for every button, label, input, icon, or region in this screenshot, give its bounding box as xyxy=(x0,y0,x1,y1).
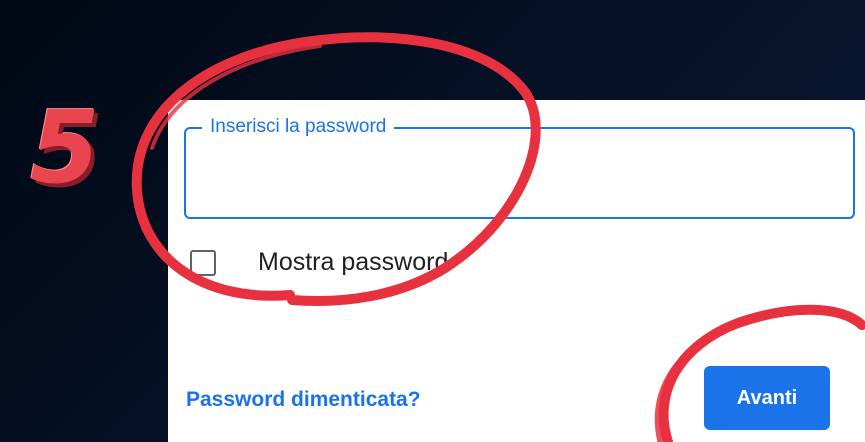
step-number: 5 xyxy=(30,89,100,206)
show-password-label: Mostra password xyxy=(258,248,449,276)
login-panel: Inserisci la password Mostra password Pa… xyxy=(168,100,865,442)
show-password-checkbox[interactable] xyxy=(190,250,216,276)
next-button[interactable]: Avanti xyxy=(704,366,830,430)
forgot-password-link[interactable]: Password dimenticata? xyxy=(186,387,421,413)
password-field[interactable]: Inserisci la password xyxy=(184,115,855,219)
password-input[interactable] xyxy=(200,159,844,197)
password-label: Inserisci la password xyxy=(202,115,395,139)
